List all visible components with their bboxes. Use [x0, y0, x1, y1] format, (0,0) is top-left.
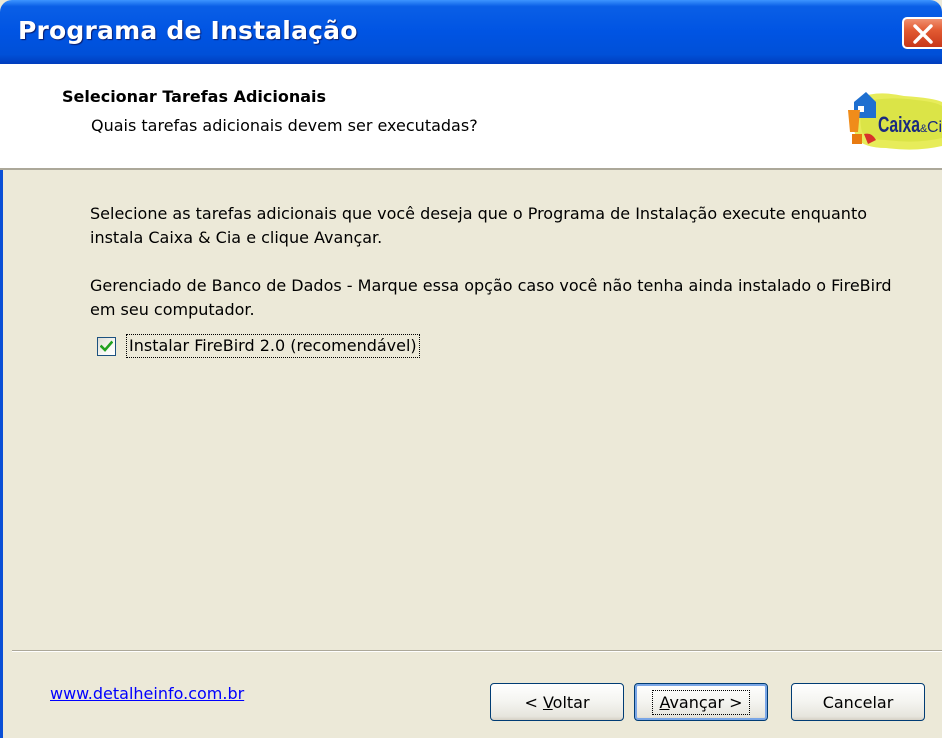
- back-button-accel: V: [542, 692, 553, 712]
- page-title: Selecionar Tarefas Adicionais: [62, 87, 327, 106]
- next-button[interactable]: Avançar >: [634, 683, 768, 721]
- back-button[interactable]: < Voltar: [490, 683, 624, 721]
- next-button-label: Avançar >: [652, 689, 750, 715]
- logo-text-main: Caixa: [878, 112, 921, 137]
- cancel-button-label: Cancelar: [822, 692, 894, 712]
- title-bar[interactable]: Programa de Instalação: [0, 0, 942, 64]
- installer-window: Programa de Instalação Selecionar Tarefa…: [0, 0, 942, 738]
- website-link[interactable]: www.detalheinfo.com.br: [50, 684, 244, 703]
- cancel-button[interactable]: Cancelar: [791, 683, 925, 721]
- intro-text: Selecione as tarefas adicionais que você…: [90, 204, 867, 247]
- next-button-rest: vançar >: [669, 692, 743, 712]
- next-button-accel: A: [659, 692, 670, 712]
- close-button[interactable]: [902, 17, 942, 49]
- task-group-description: Gerenciado de Banco de Dados - Marque es…: [90, 276, 892, 319]
- footer-divider: [12, 650, 942, 652]
- close-x-icon: [913, 24, 933, 44]
- back-button-prefix: <: [524, 692, 543, 712]
- logo-text-tail: Cia: [927, 119, 942, 136]
- back-button-label: < Voltar: [518, 691, 595, 714]
- firebird-checkbox[interactable]: [97, 336, 116, 356]
- task-firebird[interactable]: Instalar FireBird 2.0 (recomendável): [97, 333, 420, 359]
- back-button-rest: oltar: [552, 692, 590, 712]
- firebird-checkbox-label[interactable]: Instalar FireBird 2.0 (recomendável): [126, 334, 420, 358]
- checkmark-icon: [100, 340, 113, 352]
- caixa-cia-logo: Caixa & Cia: [848, 92, 942, 150]
- window-title: Programa de Instalação: [18, 16, 358, 45]
- page-subtitle: Quais tarefas adicionais devem ser execu…: [91, 116, 478, 135]
